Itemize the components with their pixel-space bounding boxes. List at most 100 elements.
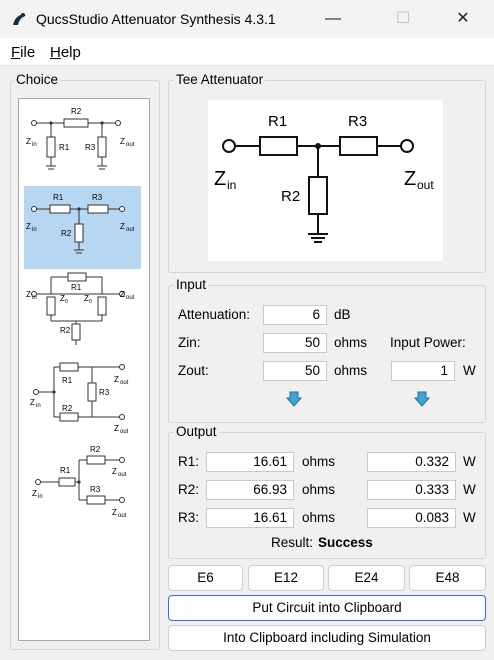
preview-r1-label: R1	[268, 113, 287, 130]
output-r2-value[interactable]: 66.93	[206, 480, 294, 500]
topology-splitter[interactable]: R1 R2 R3 Zin Zout Zout	[24, 440, 141, 525]
svg-text:in: in	[32, 295, 37, 301]
choice-title: Choice	[14, 72, 61, 87]
svg-text:in: in	[38, 494, 43, 500]
menu-file-mnemonic: F	[11, 44, 21, 61]
svg-text:Z: Z	[112, 508, 117, 517]
svg-text:R3: R3	[85, 143, 96, 152]
svg-text:Z: Z	[120, 290, 125, 299]
svg-text:R3: R3	[99, 388, 110, 397]
topology-bridged-tee[interactable]: R1 Z 0 Z0 R2 Zin Zout	[24, 271, 141, 351]
output-r1-power[interactable]: 0.332	[367, 452, 456, 472]
e12-button[interactable]: E12	[248, 565, 324, 591]
svg-text:Z: Z	[112, 467, 117, 476]
bridge-topology-icon: R1 R3 R2 Zin Zout Zout	[30, 362, 129, 435]
zout-input[interactable]: 50	[263, 361, 327, 381]
svg-text:R2: R2	[90, 445, 101, 454]
output-r3-power-unit: W	[463, 510, 476, 525]
output-r1-label: R1:	[178, 454, 200, 469]
put-circuit-clipboard-button[interactable]: Put Circuit into Clipboard	[168, 595, 486, 621]
close-icon: ✕	[456, 10, 470, 27]
svg-text:in: in	[32, 142, 37, 148]
svg-text:Z: Z	[32, 489, 37, 498]
output-r2-unit: ohms	[302, 482, 336, 497]
menu-help-mnemonic: H	[50, 44, 61, 61]
bridged-tee-topology-icon: R1Z 0 Z0 R2 Zin Zout	[26, 272, 135, 345]
preview-title: Tee Attenuator	[174, 72, 266, 87]
menu-bar: File Help	[0, 38, 494, 66]
svg-text:R1: R1	[60, 466, 71, 475]
svg-text:Z: Z	[120, 137, 125, 146]
zout-label: Zout:	[178, 363, 209, 378]
svg-text:Z: Z	[26, 137, 31, 146]
svg-text:R1: R1	[71, 283, 82, 292]
svg-text:0: 0	[65, 299, 68, 305]
svg-text:in: in	[36, 403, 41, 409]
input-power-unit: W	[463, 363, 476, 378]
preview-r3-label: R3	[348, 113, 367, 130]
minimize-icon: —	[325, 10, 341, 27]
attenuation-label: Attenuation:	[178, 307, 251, 322]
output-r3-power[interactable]: 0.083	[367, 508, 456, 528]
output-r1-unit: ohms	[302, 454, 336, 469]
input-title: Input	[174, 277, 209, 292]
zin-label: Zin:	[178, 335, 201, 350]
e24-button[interactable]: E24	[328, 565, 405, 591]
preview-zout-label: Z	[404, 168, 416, 190]
svg-text:Z: Z	[120, 222, 125, 231]
svg-text:R2: R2	[61, 229, 72, 238]
output-title: Output	[174, 424, 219, 439]
preview-zin-sub: in	[227, 178, 236, 192]
zout-unit: ohms	[334, 363, 368, 378]
power-calculate-arrow-icon[interactable]	[414, 391, 430, 407]
menu-help-rest: elp	[60, 44, 81, 61]
menu-file[interactable]: File	[11, 44, 35, 61]
tee-topology-icon: R1 R3 R2 Zin Zout	[26, 193, 135, 254]
maximize-button[interactable]: ☐	[380, 0, 426, 38]
topology-tee[interactable]: R1 R3 R2 Zin Zout	[24, 186, 141, 269]
svg-text:Z: Z	[114, 375, 119, 384]
topology-bridge[interactable]: R1 R3 R2 Zin Zout Zout	[24, 355, 141, 435]
schematic-panel: R1 R3 R2 Z in Z out	[208, 100, 443, 261]
svg-text:out: out	[120, 429, 129, 435]
result-label: Result:	[271, 535, 314, 550]
svg-text:R2: R2	[60, 326, 71, 335]
close-button[interactable]: ✕	[440, 0, 486, 38]
svg-text:out: out	[118, 513, 127, 519]
zin-input[interactable]: 50	[263, 333, 327, 353]
svg-text:out: out	[126, 227, 135, 233]
zin-unit: ohms	[334, 335, 368, 350]
input-power-input[interactable]: 1	[391, 361, 455, 381]
svg-text:Z: Z	[30, 398, 35, 407]
output-r1-value[interactable]: 16.61	[206, 452, 294, 472]
menu-help[interactable]: Help	[50, 44, 81, 61]
output-r3-label: R3:	[178, 510, 200, 525]
svg-text:R1: R1	[62, 376, 73, 385]
menu-file-rest: ile	[20, 44, 36, 61]
minimize-button[interactable]: —	[310, 0, 356, 38]
tee-schematic-icon: R1 R3 R2 Z in Z out	[214, 113, 434, 243]
maximize-icon: ☐	[395, 10, 411, 27]
e48-button[interactable]: E48	[409, 565, 486, 591]
pi-topology-icon: R2 R1 R3 Zin Zout	[26, 107, 135, 170]
preview-zout-sub: out	[417, 178, 434, 192]
clipboard-with-simulation-button[interactable]: Into Clipboard including Simulation	[168, 625, 486, 651]
result-status: Success	[318, 535, 373, 550]
title-bar: QucsStudio Attenuator Synthesis 4.3.1 — …	[0, 0, 494, 38]
output-r3-value[interactable]: 16.61	[206, 508, 294, 528]
output-r2-power[interactable]: 0.333	[367, 480, 456, 500]
attenuation-unit: dB	[334, 307, 351, 322]
attenuation-input[interactable]: 6	[263, 305, 327, 325]
e6-button[interactable]: E6	[168, 565, 243, 591]
calculate-arrow-icon[interactable]	[286, 391, 302, 407]
svg-text:R2: R2	[62, 404, 73, 413]
svg-text:out: out	[118, 472, 127, 478]
svg-text:R3: R3	[90, 485, 101, 494]
svg-text:R2: R2	[71, 107, 82, 116]
splitter-topology-icon: R1 R2 R3 Zin Zout Zout	[32, 445, 127, 519]
topology-pi[interactable]: R2 R1 R3 Zin Zout	[24, 102, 141, 182]
svg-text:in: in	[32, 227, 37, 233]
output-r2-power-unit: W	[463, 482, 476, 497]
output-r2-label: R2:	[178, 482, 200, 497]
svg-text:out: out	[126, 142, 135, 148]
